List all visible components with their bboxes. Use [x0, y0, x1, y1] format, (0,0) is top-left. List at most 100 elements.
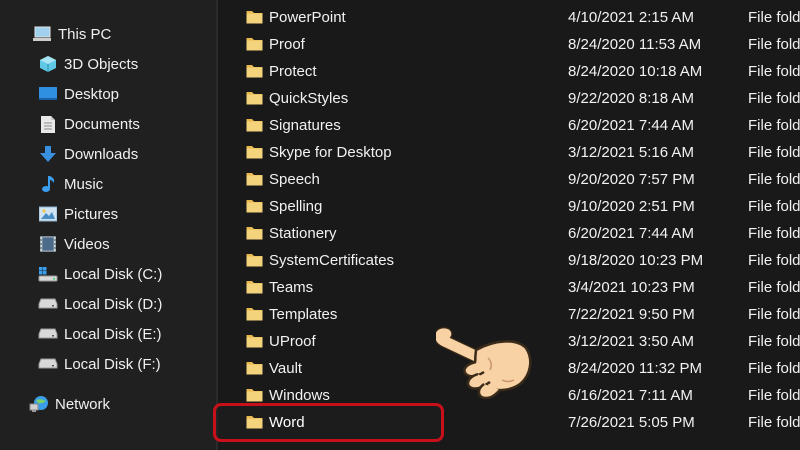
sidebar-item-label: Local Disk (F:) — [64, 355, 161, 373]
pictures-icon — [38, 204, 58, 224]
file-type: File fold — [748, 333, 800, 350]
sidebar-item-desktop[interactable]: Desktop — [38, 79, 119, 109]
file-row[interactable]: Teams 3/4/2021 10:23 PM File fold — [218, 274, 800, 301]
file-date-modified: 4/10/2021 2:15 AM — [568, 9, 694, 26]
file-date-modified: 7/22/2021 9:50 PM — [568, 306, 695, 323]
file-date-modified: 6/20/2021 7:44 AM — [568, 225, 694, 242]
file-row[interactable]: Spelling 9/10/2020 2:51 PM File fold — [218, 193, 800, 220]
folder-icon — [246, 254, 263, 267]
file-name: Teams — [269, 279, 314, 296]
music-icon — [38, 174, 58, 194]
sidebar-item-label: Local Disk (C:) — [64, 265, 163, 283]
file-name: Skype for Desktop — [269, 144, 392, 161]
sidebar-item-3d-objects[interactable]: 3D Objects — [38, 49, 138, 79]
videos-icon — [38, 234, 58, 254]
file-row[interactable]: Skype for Desktop 3/12/2021 5:16 AM File f… — [218, 139, 800, 166]
sidebar-item-pictures[interactable]: Pictures — [38, 199, 118, 229]
file-type: File fold — [748, 117, 800, 134]
pointing-hand-icon — [436, 327, 532, 400]
file-row[interactable]: SystemCertificates 9/18/2020 10:23 PM File… — [218, 247, 800, 274]
file-row[interactable]: Templates 7/22/2021 9:50 PM File fold — [218, 301, 800, 328]
drive-icon — [38, 324, 58, 344]
sidebar-item-label: Local Disk (D:) — [64, 295, 163, 313]
file-date-modified: 3/4/2021 10:23 PM — [568, 279, 695, 296]
sidebar-item-local-disk-c[interactable]: Local Disk (C:) — [38, 259, 162, 289]
folder-icon — [246, 362, 263, 375]
sidebar-item-label: This PC — [58, 25, 112, 43]
file-date-modified: 8/24/2020 10:18 AM — [568, 63, 703, 80]
file-type: File fold — [748, 9, 800, 26]
drive-icon — [38, 294, 58, 314]
folder-icon — [246, 92, 263, 105]
file-row-word[interactable]: Word 7/26/2021 5:05 PM File fold — [218, 409, 800, 436]
sidebar-item-label: Downloads — [64, 145, 139, 163]
3d-objects-icon — [38, 54, 58, 74]
file-date-modified: 8/24/2020 11:32 PM — [568, 360, 702, 377]
file-name: Vault — [269, 360, 303, 377]
documents-icon — [38, 114, 58, 134]
file-row[interactable]: PowerPoint 4/10/2021 2:15 AM File fold — [218, 4, 800, 31]
file-row[interactable]: QuickStyles 9/22/2020 8:18 AM File fold — [218, 85, 800, 112]
file-type: File fold — [748, 171, 800, 188]
file-row[interactable]: Proof 8/24/2020 11:53 AM File fold — [218, 31, 800, 58]
file-type: File fold — [748, 63, 800, 80]
file-name: SystemCertificates — [269, 252, 395, 269]
folder-icon — [246, 119, 263, 132]
sidebar-item-this-pc[interactable]: This PC — [32, 19, 111, 49]
file-date-modified: 3/12/2021 3:50 AM — [568, 333, 694, 350]
file-type: File fold — [748, 279, 800, 296]
file-name: Templates — [269, 306, 338, 323]
file-type: File fold — [748, 90, 800, 107]
file-type: File fold — [748, 414, 800, 431]
folder-icon — [246, 146, 263, 159]
sidebar-item-local-disk-d[interactable]: Local Disk (D:) — [38, 289, 162, 319]
file-row[interactable]: Speech 9/20/2020 7:57 PM File fold — [218, 166, 800, 193]
windows-drive-icon — [38, 264, 58, 284]
file-date-modified: 7/26/2021 5:05 PM — [568, 414, 695, 431]
sidebar-item-downloads[interactable]: Downloads — [38, 139, 138, 169]
file-row[interactable]: Signatures 6/20/2021 7:44 AM File fold — [218, 112, 800, 139]
file-name: Stationery — [269, 225, 337, 242]
sidebar-item-label: Desktop — [64, 85, 120, 103]
folder-icon — [246, 65, 263, 78]
sidebar-item-label: Network — [55, 395, 111, 413]
file-row[interactable]: Protect 8/24/2020 10:18 AM File fold — [218, 58, 800, 85]
file-name: Word — [269, 414, 305, 431]
sidebar-item-local-disk-f[interactable]: Local Disk (F:) — [38, 349, 161, 379]
folder-icon — [246, 227, 263, 240]
file-name: Signatures — [269, 117, 341, 134]
file-date-modified: 3/12/2021 5:16 AM — [568, 144, 694, 161]
folder-icon — [246, 281, 263, 294]
sidebar-item-label: Local Disk (E:) — [64, 325, 162, 343]
sidebar-item-documents[interactable]: Documents — [38, 109, 140, 139]
folder-icon — [246, 335, 263, 348]
folder-icon — [246, 200, 263, 213]
folder-icon — [246, 173, 263, 186]
file-name: Spelling — [269, 198, 323, 215]
sidebar-item-label: 3D Objects — [64, 55, 139, 73]
sidebar-item-music[interactable]: Music — [38, 169, 103, 199]
file-name: UProof — [269, 333, 316, 350]
sidebar-item-network[interactable]: Network — [29, 389, 110, 419]
sidebar-item-label: Documents — [64, 115, 140, 133]
drive-icon — [38, 354, 58, 374]
file-name: PowerPoint — [269, 9, 346, 26]
file-date-modified: 8/24/2020 11:53 AM — [568, 36, 702, 53]
downloads-icon — [38, 144, 58, 164]
navigation-pane: This PC 3D Objects Desktop Documents Dow… — [0, 0, 216, 450]
sidebar-item-local-disk-e[interactable]: Local Disk (E:) — [38, 319, 162, 349]
file-date-modified: 6/16/2021 7:11 AM — [568, 387, 693, 404]
folder-icon — [246, 11, 263, 24]
sidebar-item-label: Videos — [64, 235, 110, 253]
file-date-modified: 9/18/2020 10:23 PM — [568, 252, 704, 269]
file-type: File fold — [748, 252, 800, 269]
file-date-modified: 9/10/2020 2:51 PM — [568, 198, 695, 215]
file-type: File fold — [748, 360, 800, 377]
file-type: File fold — [748, 306, 800, 323]
file-row[interactable]: Stationery 6/20/2021 7:44 AM File fold — [218, 220, 800, 247]
sidebar-item-videos[interactable]: Videos — [38, 229, 110, 259]
file-type: File fold — [748, 225, 800, 242]
this-pc-icon — [32, 24, 52, 44]
file-type: File fold — [748, 144, 800, 161]
sidebar-item-label: Music — [64, 175, 104, 193]
